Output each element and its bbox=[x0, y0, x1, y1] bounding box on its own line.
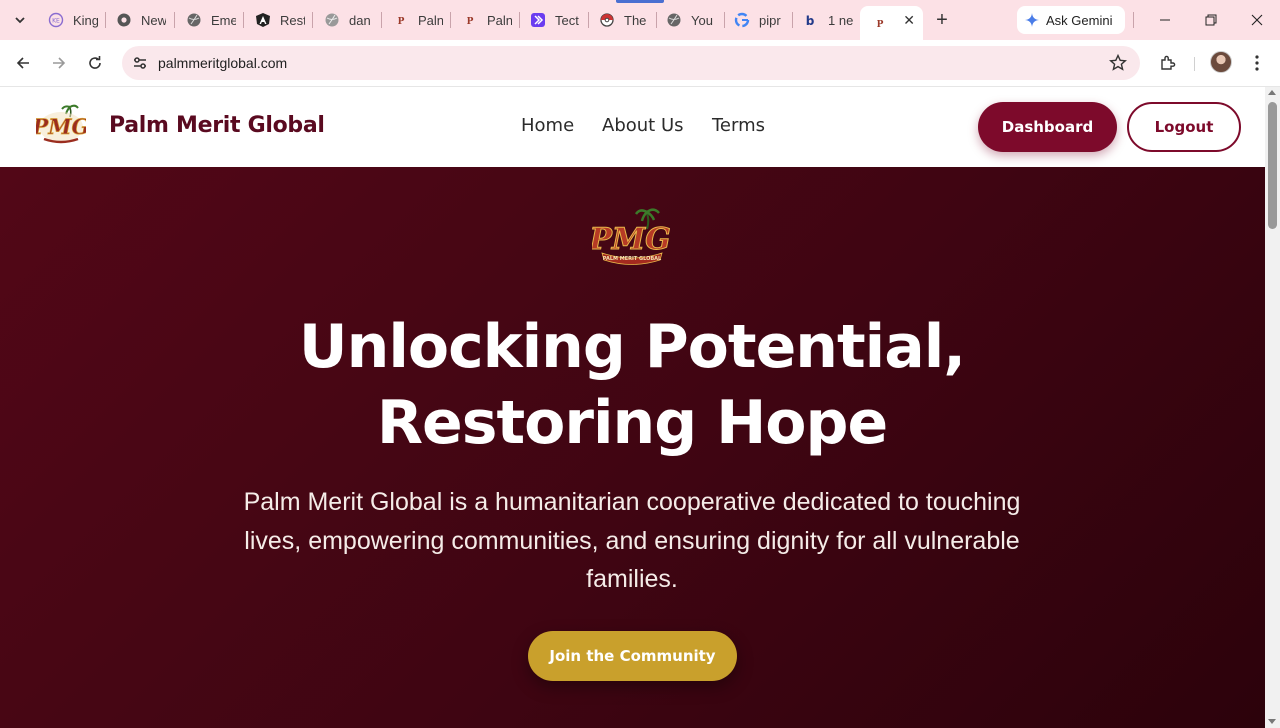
hero-logo-text: PMG bbox=[592, 222, 671, 257]
ask-gemini-label: Ask Gemini bbox=[1046, 12, 1113, 28]
svg-text:P: P bbox=[467, 17, 474, 27]
tab-6[interactable]: P Paln bbox=[462, 6, 512, 34]
page-viewport: PMG Palm Merit Global Home About Us Term… bbox=[0, 87, 1265, 728]
tab-active[interactable]: P ✕ bbox=[860, 6, 923, 40]
kebab-menu-icon bbox=[1255, 55, 1259, 71]
tab-group-indicator bbox=[616, 0, 664, 3]
globe-icon bbox=[186, 12, 202, 28]
minimize-button[interactable] bbox=[1153, 8, 1177, 32]
tab-label: Tect bbox=[555, 12, 579, 28]
restore-icon bbox=[1205, 14, 1217, 26]
tab-5[interactable]: P Paln bbox=[393, 6, 443, 34]
hero-section: PMG PALM MERIT GLOBAL Unlocking Potentia… bbox=[0, 167, 1265, 728]
kingdom-icon: KE bbox=[48, 12, 64, 28]
scroll-thumb[interactable] bbox=[1268, 102, 1277, 229]
shield-icon bbox=[116, 12, 132, 28]
pmg-logo[interactable]: PMG bbox=[36, 103, 86, 147]
hero-title-line2: Restoring Hope bbox=[376, 388, 888, 458]
globe-icon bbox=[324, 12, 340, 28]
tab-label: Eme bbox=[211, 12, 236, 28]
close-icon bbox=[1251, 14, 1263, 26]
site-settings-icon[interactable] bbox=[130, 53, 150, 73]
tab-7[interactable]: Tect bbox=[530, 6, 580, 34]
tab-4[interactable]: dan bbox=[324, 6, 374, 34]
bold-b-icon: b bbox=[803, 12, 819, 28]
tab-label: 1 ne bbox=[828, 12, 853, 28]
tab-11[interactable]: b 1 ne bbox=[803, 6, 853, 34]
tab-label: Paln bbox=[487, 12, 512, 28]
arrow-left-icon bbox=[16, 57, 29, 69]
logo-text: PMG bbox=[36, 114, 86, 139]
browser-toolbar: palmmeritglobal.com bbox=[0, 40, 1280, 86]
tab-label: Paln bbox=[418, 12, 443, 28]
globe-icon bbox=[666, 12, 682, 28]
tab-label: King bbox=[73, 12, 98, 28]
hero-logo-caption: PALM MERIT GLOBAL bbox=[603, 256, 662, 262]
arrow-right-icon bbox=[53, 57, 66, 69]
tab-label: You bbox=[691, 12, 713, 28]
close-tab-icon[interactable]: ✕ bbox=[903, 12, 915, 29]
tab-0[interactable]: KE King bbox=[48, 6, 98, 34]
nav-home[interactable]: Home bbox=[521, 115, 574, 136]
tab-10[interactable]: pipr bbox=[734, 6, 784, 34]
gemini-sparkle-icon bbox=[1025, 13, 1039, 27]
google-icon bbox=[734, 12, 750, 28]
nav-about-us[interactable]: About Us bbox=[602, 115, 684, 136]
pmg-icon: P bbox=[462, 12, 478, 28]
tab-search-button[interactable] bbox=[6, 6, 34, 34]
extensions-button[interactable] bbox=[1156, 51, 1180, 75]
chevron-app-icon bbox=[530, 12, 546, 28]
tab-3[interactable]: Rest bbox=[255, 6, 305, 34]
scroll-down-arrow-icon[interactable] bbox=[1268, 719, 1276, 724]
angular-icon bbox=[255, 12, 271, 28]
pmg-icon: P bbox=[872, 15, 888, 31]
tab-label: New bbox=[141, 12, 166, 28]
tab-2[interactable]: Eme bbox=[186, 6, 236, 34]
tab-9[interactable]: You bbox=[666, 6, 716, 34]
new-tab-button[interactable]: + bbox=[930, 8, 954, 32]
minimize-icon bbox=[1160, 19, 1170, 21]
ask-gemini-button[interactable]: Ask Gemini bbox=[1017, 6, 1125, 34]
tab-strip: KE King New Eme Rest dan P Paln P Paln T… bbox=[0, 0, 1280, 40]
site-header: PMG Palm Merit Global Home About Us Term… bbox=[0, 87, 1265, 167]
puzzle-icon bbox=[1161, 55, 1176, 70]
scroll-up-arrow-icon[interactable] bbox=[1268, 90, 1276, 95]
tab-1[interactable]: New bbox=[116, 6, 166, 34]
brand-name[interactable]: Palm Merit Global bbox=[109, 113, 325, 138]
dashboard-button[interactable]: Dashboard bbox=[978, 102, 1117, 152]
star-bookmark-icon[interactable] bbox=[1108, 53, 1128, 73]
tab-label: Rest bbox=[280, 12, 305, 28]
menu-button[interactable] bbox=[1245, 51, 1269, 75]
tab-label: The bbox=[624, 12, 647, 28]
restore-button[interactable] bbox=[1199, 8, 1223, 32]
chevron-down-icon bbox=[15, 17, 25, 24]
pmg-icon: P bbox=[393, 12, 409, 28]
plus-icon: + bbox=[936, 8, 948, 31]
svg-text:P: P bbox=[877, 20, 884, 30]
tab-label: pipr bbox=[759, 12, 781, 28]
profile-avatar[interactable] bbox=[1210, 51, 1232, 73]
hero-title-line1: Unlocking Potential, bbox=[298, 312, 966, 382]
forward-button[interactable] bbox=[45, 49, 73, 77]
pokeball-icon bbox=[599, 12, 615, 28]
reload-icon bbox=[89, 56, 101, 69]
join-community-button[interactable]: Join the Community bbox=[528, 631, 737, 681]
hero-title: Unlocking Potential, Restoring Hope bbox=[232, 309, 1032, 461]
address-bar[interactable]: palmmeritglobal.com bbox=[122, 46, 1140, 80]
pmg-hero-logo: PMG PALM MERIT GLOBAL bbox=[592, 208, 671, 265]
tab-8[interactable]: The bbox=[599, 6, 649, 34]
svg-text:P: P bbox=[398, 17, 405, 27]
back-button[interactable] bbox=[9, 49, 37, 77]
svg-text:KE: KE bbox=[52, 18, 60, 25]
hero-subtitle: Palm Merit Global is a humanitarian coop… bbox=[243, 488, 1021, 593]
nav-terms[interactable]: Terms bbox=[712, 115, 765, 136]
close-window-button[interactable] bbox=[1245, 8, 1269, 32]
reload-button[interactable] bbox=[81, 49, 109, 77]
tab-label: dan bbox=[349, 12, 371, 28]
logout-button[interactable]: Logout bbox=[1127, 102, 1241, 152]
svg-text:b: b bbox=[806, 14, 815, 28]
page-scrollbar[interactable] bbox=[1265, 87, 1280, 728]
url-text[interactable]: palmmeritglobal.com bbox=[158, 55, 287, 71]
